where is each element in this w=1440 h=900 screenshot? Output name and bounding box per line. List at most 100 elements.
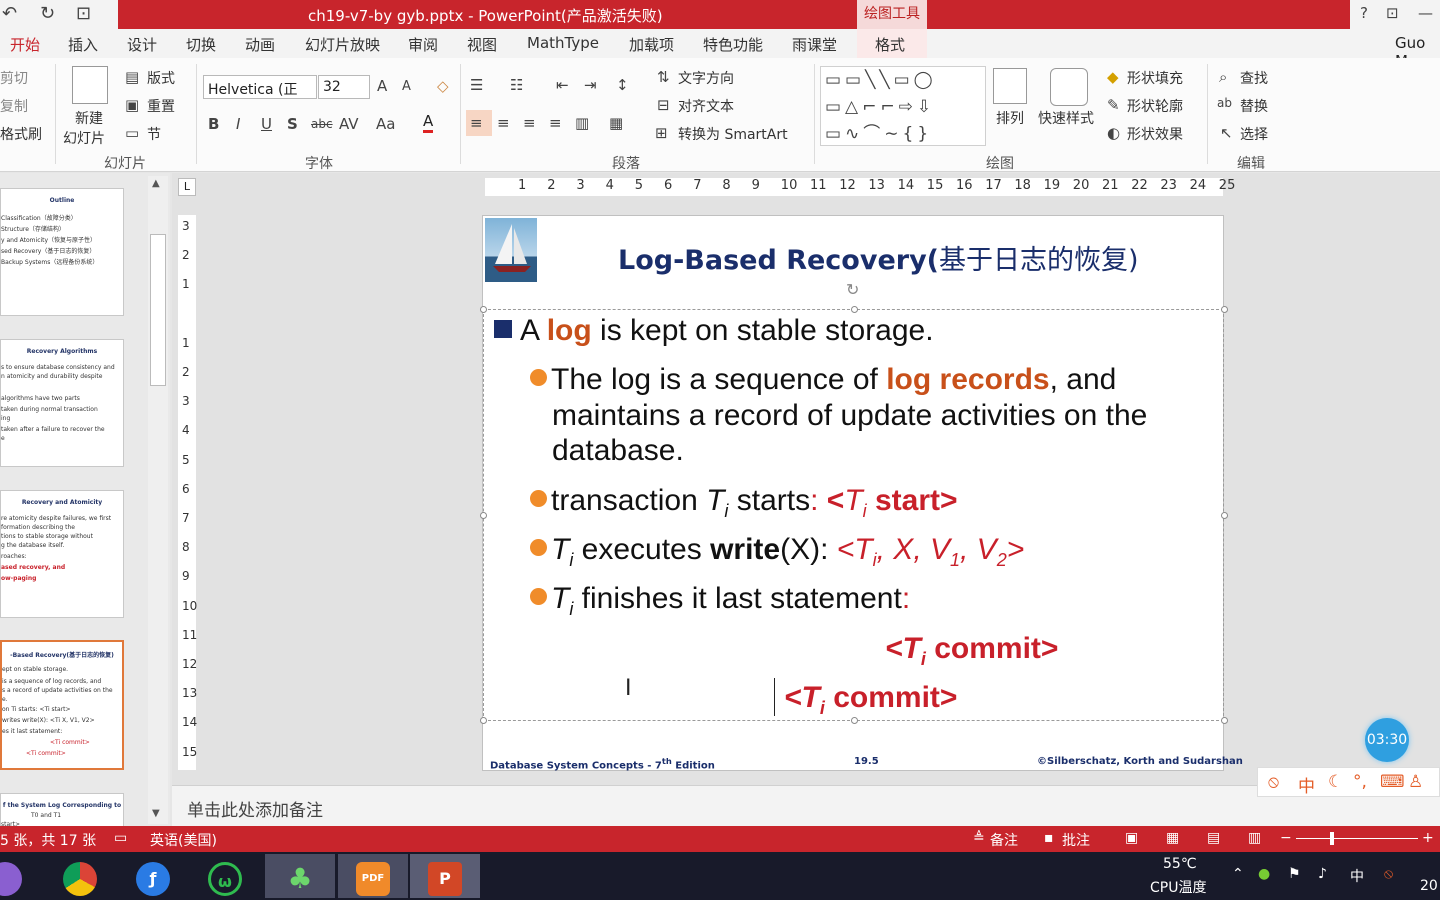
align-center-icon[interactable]: ≡ xyxy=(497,114,510,132)
horizontal-ruler[interactable]: 1 2 3 4 5 6 7 8 9 10 11 12 13 14 15 16 17 18 19 20 21 22 23 24 2… xyxy=(485,178,1235,196)
undo-icon[interactable]: ↶ xyxy=(2,3,17,24)
underline-icon[interactable]: U xyxy=(261,115,272,133)
tab-design[interactable]: 设计 xyxy=(127,34,157,55)
zoom-thumb[interactable] xyxy=(1330,832,1334,845)
clock[interactable]: 20 xyxy=(1420,878,1438,894)
quick-styles-button[interactable]: 快速样式 xyxy=(1038,108,1094,128)
ime-logo-icon[interactable]: ⦸ xyxy=(1268,772,1279,792)
zoom-slider[interactable] xyxy=(1296,838,1418,839)
ime-moon-icon[interactable]: ☾ xyxy=(1328,772,1343,792)
taskbar-chrome[interactable] xyxy=(45,854,115,898)
vertical-ruler[interactable]: 3 2 1 1 2 3 4 5 6 7 8 9 10 11 12 13 14 15 xyxy=(178,215,197,770)
slideshow-start-icon[interactable]: ⊡ xyxy=(76,3,91,24)
tab-slideshow[interactable]: 幻灯片放映 xyxy=(305,34,380,55)
decrease-indent-icon[interactable]: ⇤ xyxy=(556,76,569,94)
network-icon[interactable]: ⚑ xyxy=(1288,866,1301,882)
tab-rainclassroom[interactable]: 雨课堂 xyxy=(792,34,837,55)
format-painter-button[interactable]: 格式刷 xyxy=(0,124,42,144)
slide-sorter-icon[interactable]: ▦ xyxy=(1166,830,1179,846)
bold-icon[interactable]: B xyxy=(208,115,219,133)
spellcheck-icon[interactable]: ▭ xyxy=(114,830,127,846)
select-button[interactable]: 选择 xyxy=(1240,124,1268,144)
tab-format[interactable]: 格式 xyxy=(875,34,905,55)
align-text-button[interactable]: 对齐文本 xyxy=(678,96,734,116)
slide-thumbnail[interactable]: Recovery and Atomicity re atomicity desp… xyxy=(0,490,124,618)
shapes-gallery[interactable]: ▭▭╲╲▭◯ ▭△⌐⌐⇨⇩ ▭∿⌒∼{} xyxy=(820,66,986,146)
section-button[interactable]: 节 xyxy=(147,124,161,144)
resize-handle[interactable] xyxy=(1221,306,1228,313)
taskbar-wechat[interactable]: ω xyxy=(190,854,260,898)
scroll-up-icon[interactable]: ▲ xyxy=(152,178,160,189)
scroll-thumb[interactable] xyxy=(150,234,166,386)
new-slide-dropdown[interactable]: 幻灯片 xyxy=(63,128,105,148)
resize-handle[interactable] xyxy=(480,717,487,724)
line-spacing-icon[interactable]: ↕ xyxy=(616,76,629,94)
resize-handle[interactable] xyxy=(480,512,487,519)
decrease-font-icon[interactable]: A xyxy=(402,79,411,94)
ime-indicator[interactable]: 中 xyxy=(1350,866,1364,886)
ime-keyboard-icon[interactable]: ⌨ xyxy=(1380,772,1405,792)
notes-toggle[interactable]: 备注 xyxy=(990,830,1018,850)
comments-toggle[interactable]: 批注 xyxy=(1062,830,1090,850)
strikethrough-icon[interactable]: abc xyxy=(311,117,333,131)
replace-button[interactable]: 替换 xyxy=(1240,96,1268,116)
zoom-out-icon[interactable]: − xyxy=(1280,830,1292,846)
rotate-handle-icon[interactable]: ↻ xyxy=(846,280,859,299)
taskbar-powerpoint[interactable]: P xyxy=(410,854,480,898)
shape-outline-button[interactable]: 形状轮廓 xyxy=(1127,96,1183,116)
arrange-icon[interactable] xyxy=(993,68,1027,104)
tray-expand-icon[interactable]: ⌃ xyxy=(1232,866,1244,882)
tab-insert[interactable]: 插入 xyxy=(68,34,98,55)
columns-icon[interactable]: ▦ xyxy=(609,114,623,132)
content-textbox[interactable]: A log is kept on stable storage. The log… xyxy=(480,306,1228,724)
notes-placeholder[interactable]: 单击此处添加备注 xyxy=(187,796,323,821)
ribbon-display-icon[interactable]: ⊡ xyxy=(1386,4,1399,22)
arrange-button[interactable]: 排列 xyxy=(996,108,1024,128)
resize-handle[interactable] xyxy=(1221,717,1228,724)
help-button[interactable]: ? xyxy=(1360,4,1368,22)
convert-smartart-button[interactable]: 转换为 SmartArt xyxy=(678,124,788,144)
tab-review[interactable]: 审阅 xyxy=(408,34,438,55)
taskbar-app[interactable] xyxy=(0,854,40,898)
zoom-in-icon[interactable]: + xyxy=(1422,830,1434,846)
italic-icon[interactable]: I xyxy=(236,115,240,133)
countdown-timer[interactable]: 03:30 xyxy=(1365,718,1409,762)
slide-title[interactable]: Log-Based Recovery(基于日志的恢复) xyxy=(618,238,1139,277)
slide-thumbnail[interactable]: Outline Classification（故障分类） Structure（存… xyxy=(0,188,124,316)
slide-thumbnail[interactable]: Recovery Algorithms s to ensure database… xyxy=(0,339,124,467)
notes-pane[interactable]: 单击此处添加备注 xyxy=(172,785,1440,826)
slideshow-view-icon[interactable]: ▥ xyxy=(1248,830,1261,846)
font-name-box[interactable]: Helvetica (正 xyxy=(203,75,317,99)
new-slide-button[interactable]: 新建 xyxy=(75,108,103,128)
tray-app-icon[interactable]: ● xyxy=(1258,866,1270,882)
distributed-icon[interactable]: ▥ xyxy=(575,114,589,132)
change-case-icon[interactable]: Aa xyxy=(376,115,395,133)
char-spacing-icon[interactable]: AV xyxy=(339,115,359,133)
increase-indent-icon[interactable]: ⇥ xyxy=(584,76,597,94)
resize-handle[interactable] xyxy=(480,306,487,313)
redo-icon[interactable]: ↻ xyxy=(40,3,55,24)
shape-fill-button[interactable]: 形状填充 xyxy=(1127,68,1183,88)
justify-icon[interactable]: ≡ xyxy=(549,114,562,132)
resize-handle[interactable] xyxy=(851,306,858,313)
reset-button[interactable]: 重置 xyxy=(147,96,175,116)
minimize-icon[interactable]: — xyxy=(1418,4,1433,22)
shape-effects-button[interactable]: 形状效果 xyxy=(1127,124,1183,144)
taskbar-feishu[interactable]: ƒ xyxy=(118,854,188,898)
text-direction-button[interactable]: 文字方向 xyxy=(678,68,734,88)
thumbnail-scrollbar[interactable]: ▲ ▼ xyxy=(148,176,168,824)
quick-styles-icon[interactable] xyxy=(1050,68,1088,106)
slide-canvas[interactable]: Log-Based Recovery(基于日志的恢复) ↻ A log is k… xyxy=(480,215,1243,771)
ime-toolbar[interactable]: ⦸ 中 ☾ °, ⌨ ♙ xyxy=(1257,767,1440,797)
bullets-icon[interactable]: ☰ xyxy=(470,76,483,94)
ime-chinese-mode[interactable]: 中 xyxy=(1298,772,1315,797)
normal-view-icon[interactable]: ▣ xyxy=(1125,830,1138,846)
copy-button[interactable]: 复制 xyxy=(0,96,28,116)
shadow-icon[interactable]: S xyxy=(287,115,298,133)
numbering-icon[interactable]: ☷ xyxy=(510,76,523,94)
tab-transitions[interactable]: 切换 xyxy=(186,34,216,55)
cut-button[interactable]: 剪切 xyxy=(0,68,28,88)
new-slide-icon[interactable] xyxy=(72,66,108,104)
resize-handle[interactable] xyxy=(1221,512,1228,519)
clear-formatting-icon[interactable]: ◇ xyxy=(437,77,449,95)
